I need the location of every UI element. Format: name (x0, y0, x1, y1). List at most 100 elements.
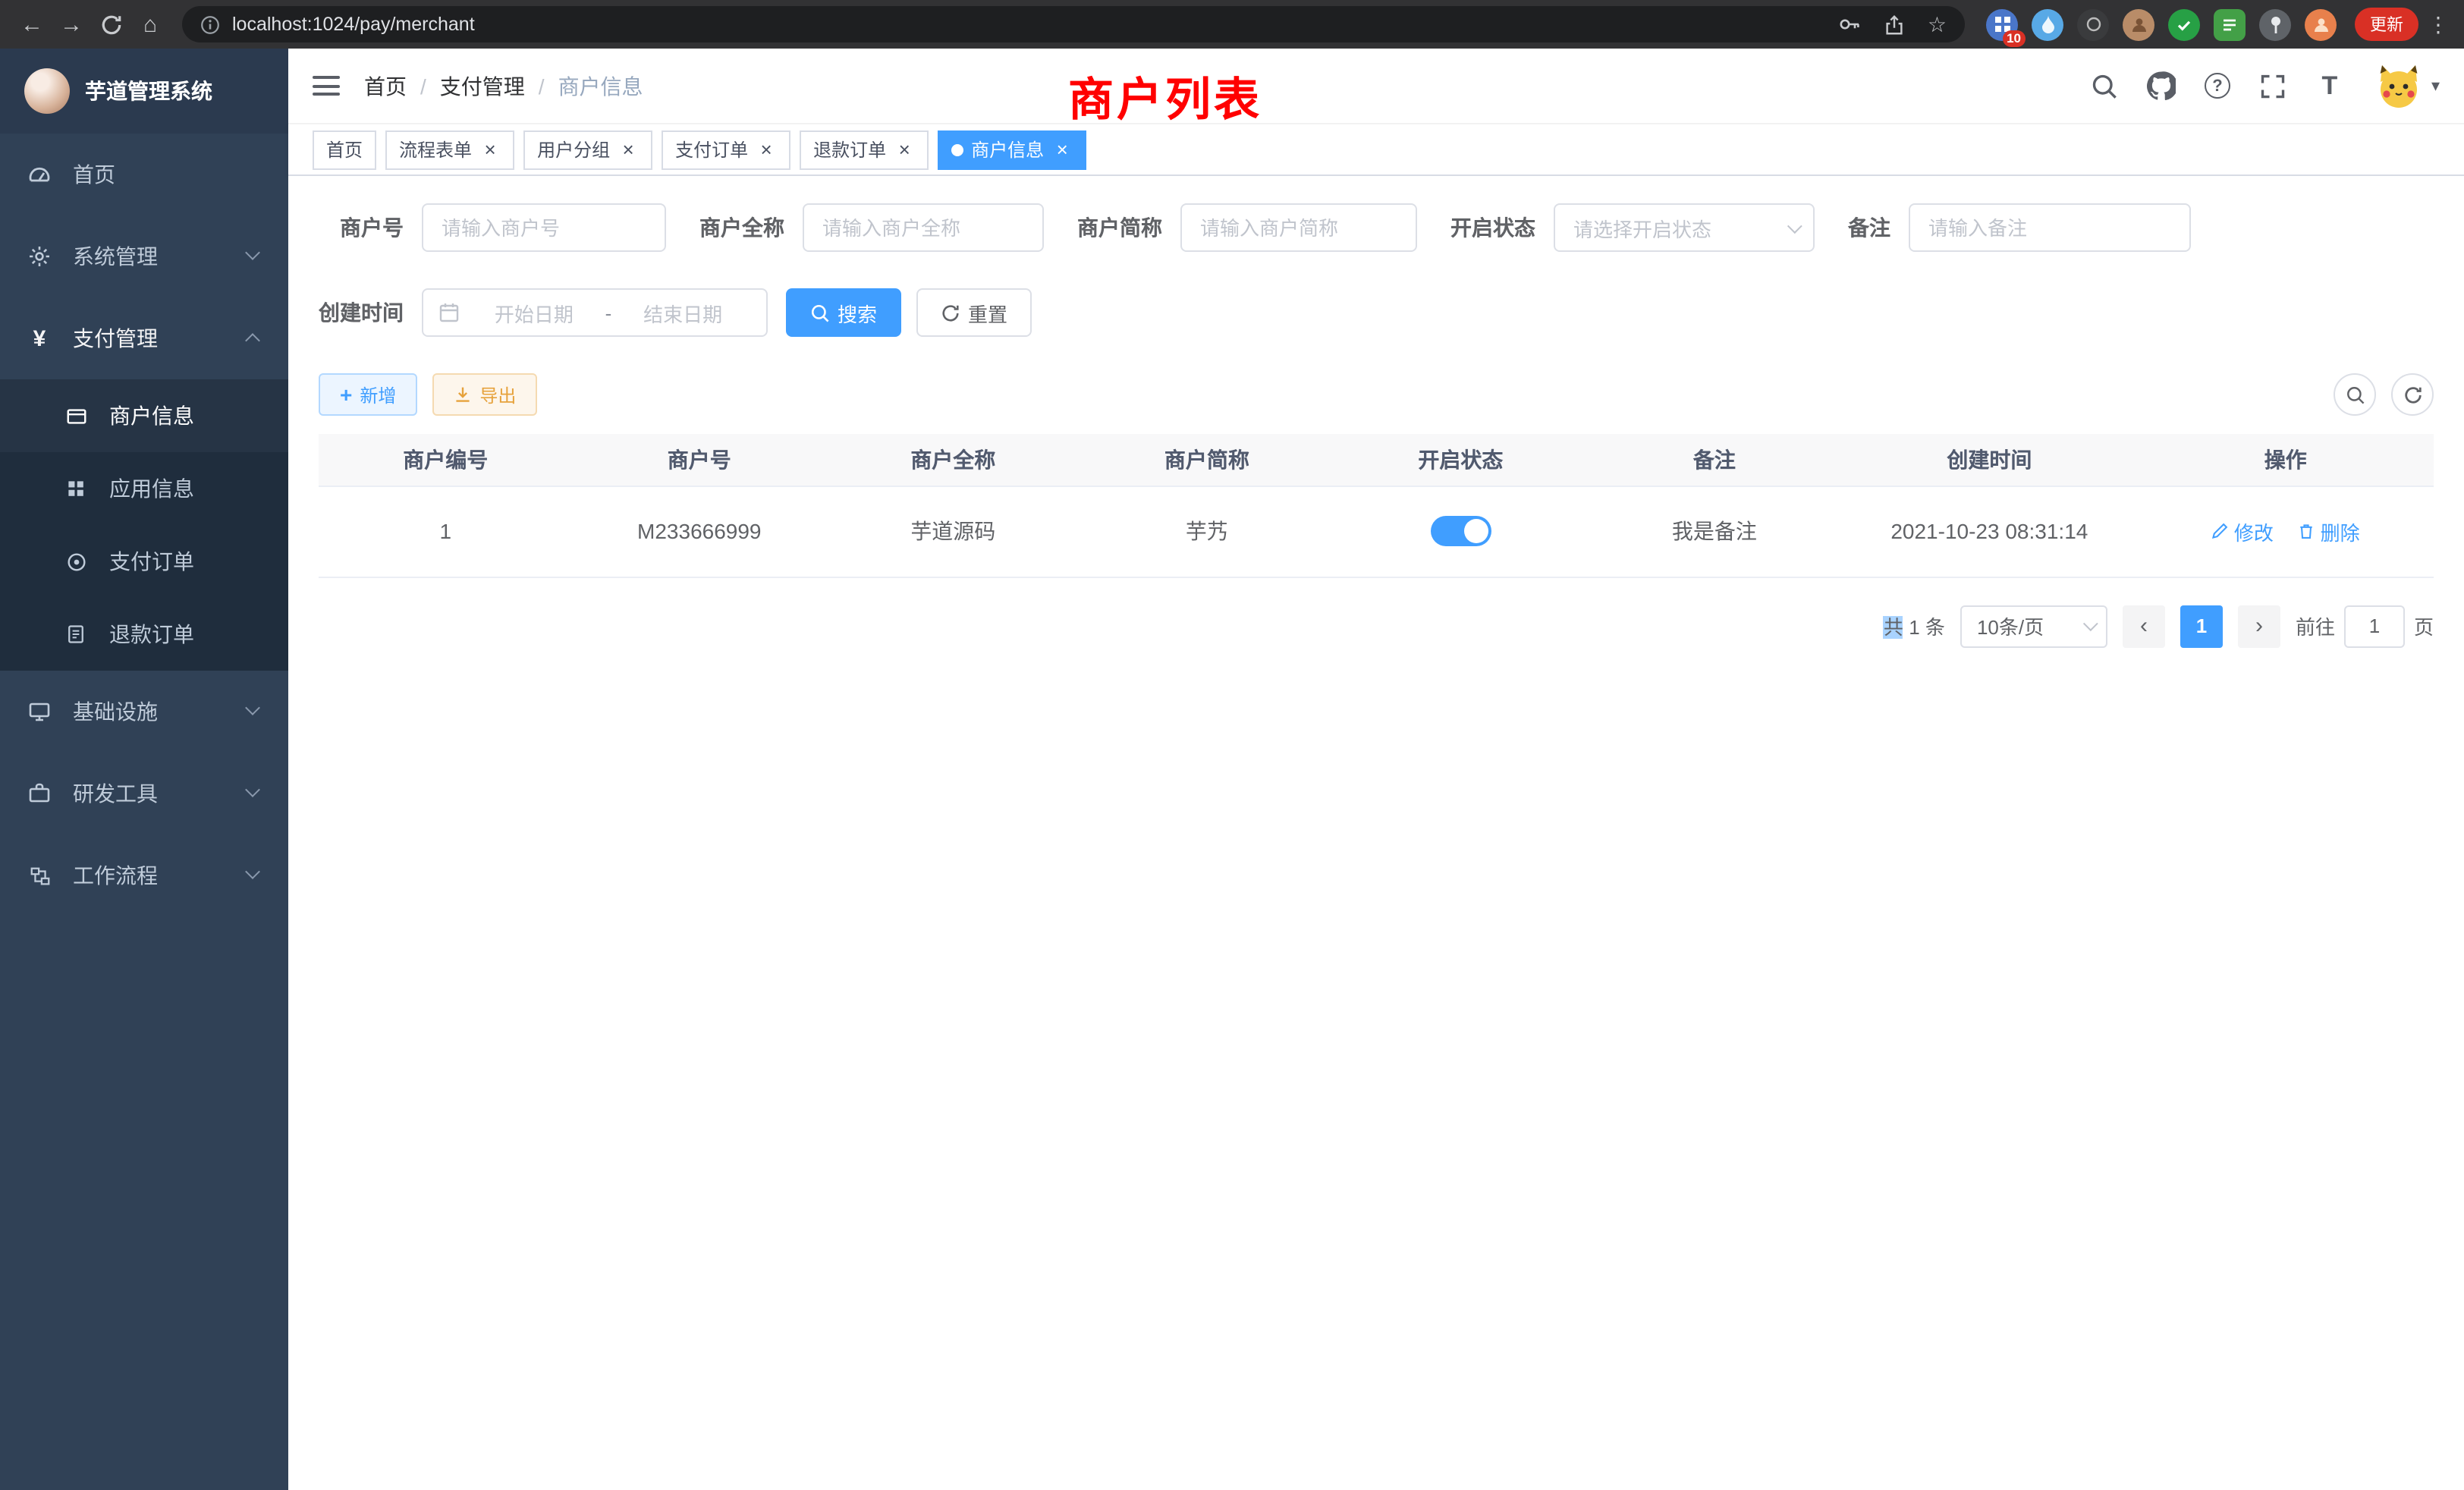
font-size-icon[interactable]: T (2315, 71, 2345, 101)
col-short-name: 商户简称 (1080, 434, 1334, 486)
extension-icon-pin[interactable] (2259, 8, 2291, 40)
merchant-name-input[interactable] (803, 203, 1044, 252)
remark-input[interactable] (1909, 203, 2191, 252)
close-icon[interactable]: × (479, 139, 501, 160)
status-label: 开启状态 (1450, 212, 1554, 243)
col-remark: 备注 (1588, 434, 1842, 486)
monitor-icon (27, 699, 52, 724)
export-button[interactable]: 导出 (432, 373, 537, 416)
sidebar-item-pay-order[interactable]: 支付订单 (0, 525, 288, 598)
status-toggle[interactable] (1430, 516, 1491, 546)
next-page-button[interactable]: › (2238, 605, 2280, 647)
tab-refund-order[interactable]: 退款订单 × (800, 130, 929, 169)
sidebar-item-label: 基础设施 (73, 696, 158, 727)
page-size-select[interactable]: 10条/页 (1960, 605, 2107, 647)
forward-icon[interactable]: → (52, 5, 91, 44)
browser-menu-icon[interactable]: ⋮ (2425, 11, 2452, 37)
close-icon[interactable]: × (894, 139, 915, 160)
col-status: 开启状态 (1334, 434, 1588, 486)
tab-merchant-info[interactable]: 商户信息 × (938, 130, 1086, 169)
breadcrumb: 首页 支付管理 商户信息 (364, 71, 643, 101)
breadcrumb-home[interactable]: 首页 (364, 71, 440, 101)
merchant-short-input[interactable] (1180, 203, 1417, 252)
cell-short-name: 芋艿 (1080, 486, 1334, 577)
url-text: localhost:1024/pay/merchant (232, 14, 1838, 35)
create-time-range-picker[interactable]: 开始日期 - 结束日期 (422, 288, 768, 337)
search-button[interactable]: 搜索 (786, 288, 901, 337)
extension-icon-avatar[interactable] (2123, 8, 2154, 40)
create-time-label: 创建时间 (319, 297, 422, 328)
status-select[interactable]: 请选择开启状态 (1554, 203, 1815, 252)
sidebar-fold-icon[interactable] (313, 76, 340, 96)
delete-link[interactable]: 删除 (2298, 517, 2360, 545)
sidebar-item-app-info[interactable]: 应用信息 (0, 452, 288, 525)
bookmark-star-icon[interactable]: ☆ (1928, 11, 1947, 37)
tab-home[interactable]: 首页 (313, 130, 376, 169)
target-icon (64, 549, 88, 574)
sidebar-item-home[interactable]: 首页 (0, 134, 288, 215)
breadcrumb-payment[interactable]: 支付管理 (440, 71, 558, 101)
user-menu[interactable]: ▾ (2377, 63, 2440, 108)
edit-link[interactable]: 修改 (2211, 517, 2274, 545)
chevron-up-icon (245, 333, 260, 348)
sidebar-item-workflow[interactable]: 工作流程 (0, 835, 288, 916)
chevron-down-icon (245, 864, 260, 879)
tab-process-form[interactable]: 流程表单 × (385, 130, 514, 169)
tab-pay-order[interactable]: 支付订单 × (662, 130, 790, 169)
grid-icon (64, 476, 88, 501)
sidebar-item-label: 首页 (73, 159, 115, 190)
extension-icon-notes[interactable] (2214, 8, 2246, 40)
browser-profile-avatar[interactable] (2305, 8, 2337, 40)
col-merchant-id: 商户编号 (319, 434, 573, 486)
back-icon[interactable]: ← (12, 5, 52, 44)
sidebar: 芋道管理系统 首页 系统管理 ¥ 支付管理 (0, 49, 288, 1490)
cell-full-name: 芋道源码 (826, 486, 1080, 577)
close-icon[interactable]: × (618, 139, 639, 160)
pagination-jumper: 前往 页 (2296, 605, 2434, 647)
screen: ← → ⌂ localhost:1024/pay/merchant ☆ (0, 0, 2464, 1490)
add-button[interactable]: + 新增 (319, 373, 417, 416)
browser-toolbar: ← → ⌂ localhost:1024/pay/merchant ☆ (0, 0, 2464, 49)
sidebar-item-infra[interactable]: 基础设施 (0, 671, 288, 753)
page-1-button[interactable]: 1 (2180, 605, 2223, 647)
password-key-icon[interactable] (1838, 12, 1862, 36)
goto-page-input[interactable] (2344, 605, 2405, 647)
tab-user-group[interactable]: 用户分组 × (523, 130, 652, 169)
close-icon[interactable]: × (756, 139, 777, 160)
sidebar-item-merchant-info[interactable]: 商户信息 (0, 379, 288, 452)
app-logo[interactable]: 芋道管理系统 (0, 49, 288, 134)
prev-page-button[interactable]: ‹ (2123, 605, 2165, 647)
cell-actions: 修改 删除 (2138, 486, 2434, 577)
sidebar-item-payment[interactable]: ¥ 支付管理 (0, 297, 288, 379)
extension-icon-drop[interactable] (2032, 8, 2063, 40)
sidebar-item-devtools[interactable]: 研发工具 (0, 753, 288, 835)
search-icon[interactable] (2090, 71, 2120, 101)
share-icon[interactable] (1884, 13, 1906, 36)
table-header-row: 商户编号 商户号 商户全称 商户简称 开启状态 备注 创建时间 操作 (319, 434, 2434, 486)
toggle-search-button[interactable] (2334, 373, 2376, 416)
help-icon[interactable]: ? (2202, 71, 2233, 101)
fullscreen-icon[interactable] (2258, 71, 2289, 101)
github-icon[interactable] (2146, 71, 2176, 101)
cell-merchant-no: M233666999 (573, 486, 827, 577)
chevron-down-icon (245, 782, 260, 797)
sidebar-item-system[interactable]: 系统管理 (0, 215, 288, 297)
extension-icon-dark[interactable] (2077, 8, 2109, 40)
extension-icon-check[interactable] (2168, 8, 2200, 40)
reset-button[interactable]: 重置 (916, 288, 1032, 337)
sidebar-item-refund-order[interactable]: 退款订单 (0, 598, 288, 671)
table-row: 1 M233666999 芋道源码 芋艿 我是备注 2021-10-23 08:… (319, 486, 2434, 577)
chevron-down-icon (245, 700, 260, 715)
browser-update-button[interactable]: 更新 (2355, 8, 2418, 41)
reload-icon[interactable] (91, 5, 130, 44)
toolbox-icon (27, 781, 52, 806)
site-info-icon[interactable] (200, 14, 220, 34)
close-icon[interactable]: × (1051, 139, 1073, 160)
sidebar-item-label: 研发工具 (73, 778, 158, 809)
col-create-time: 创建时间 (1841, 434, 2137, 486)
extension-icon-grid[interactable]: 10 (1986, 8, 2018, 40)
refresh-button[interactable] (2391, 373, 2434, 416)
home-icon[interactable]: ⌂ (130, 5, 170, 44)
merchant-no-input[interactable] (422, 203, 666, 252)
address-bar[interactable]: localhost:1024/pay/merchant ☆ (182, 6, 1965, 42)
